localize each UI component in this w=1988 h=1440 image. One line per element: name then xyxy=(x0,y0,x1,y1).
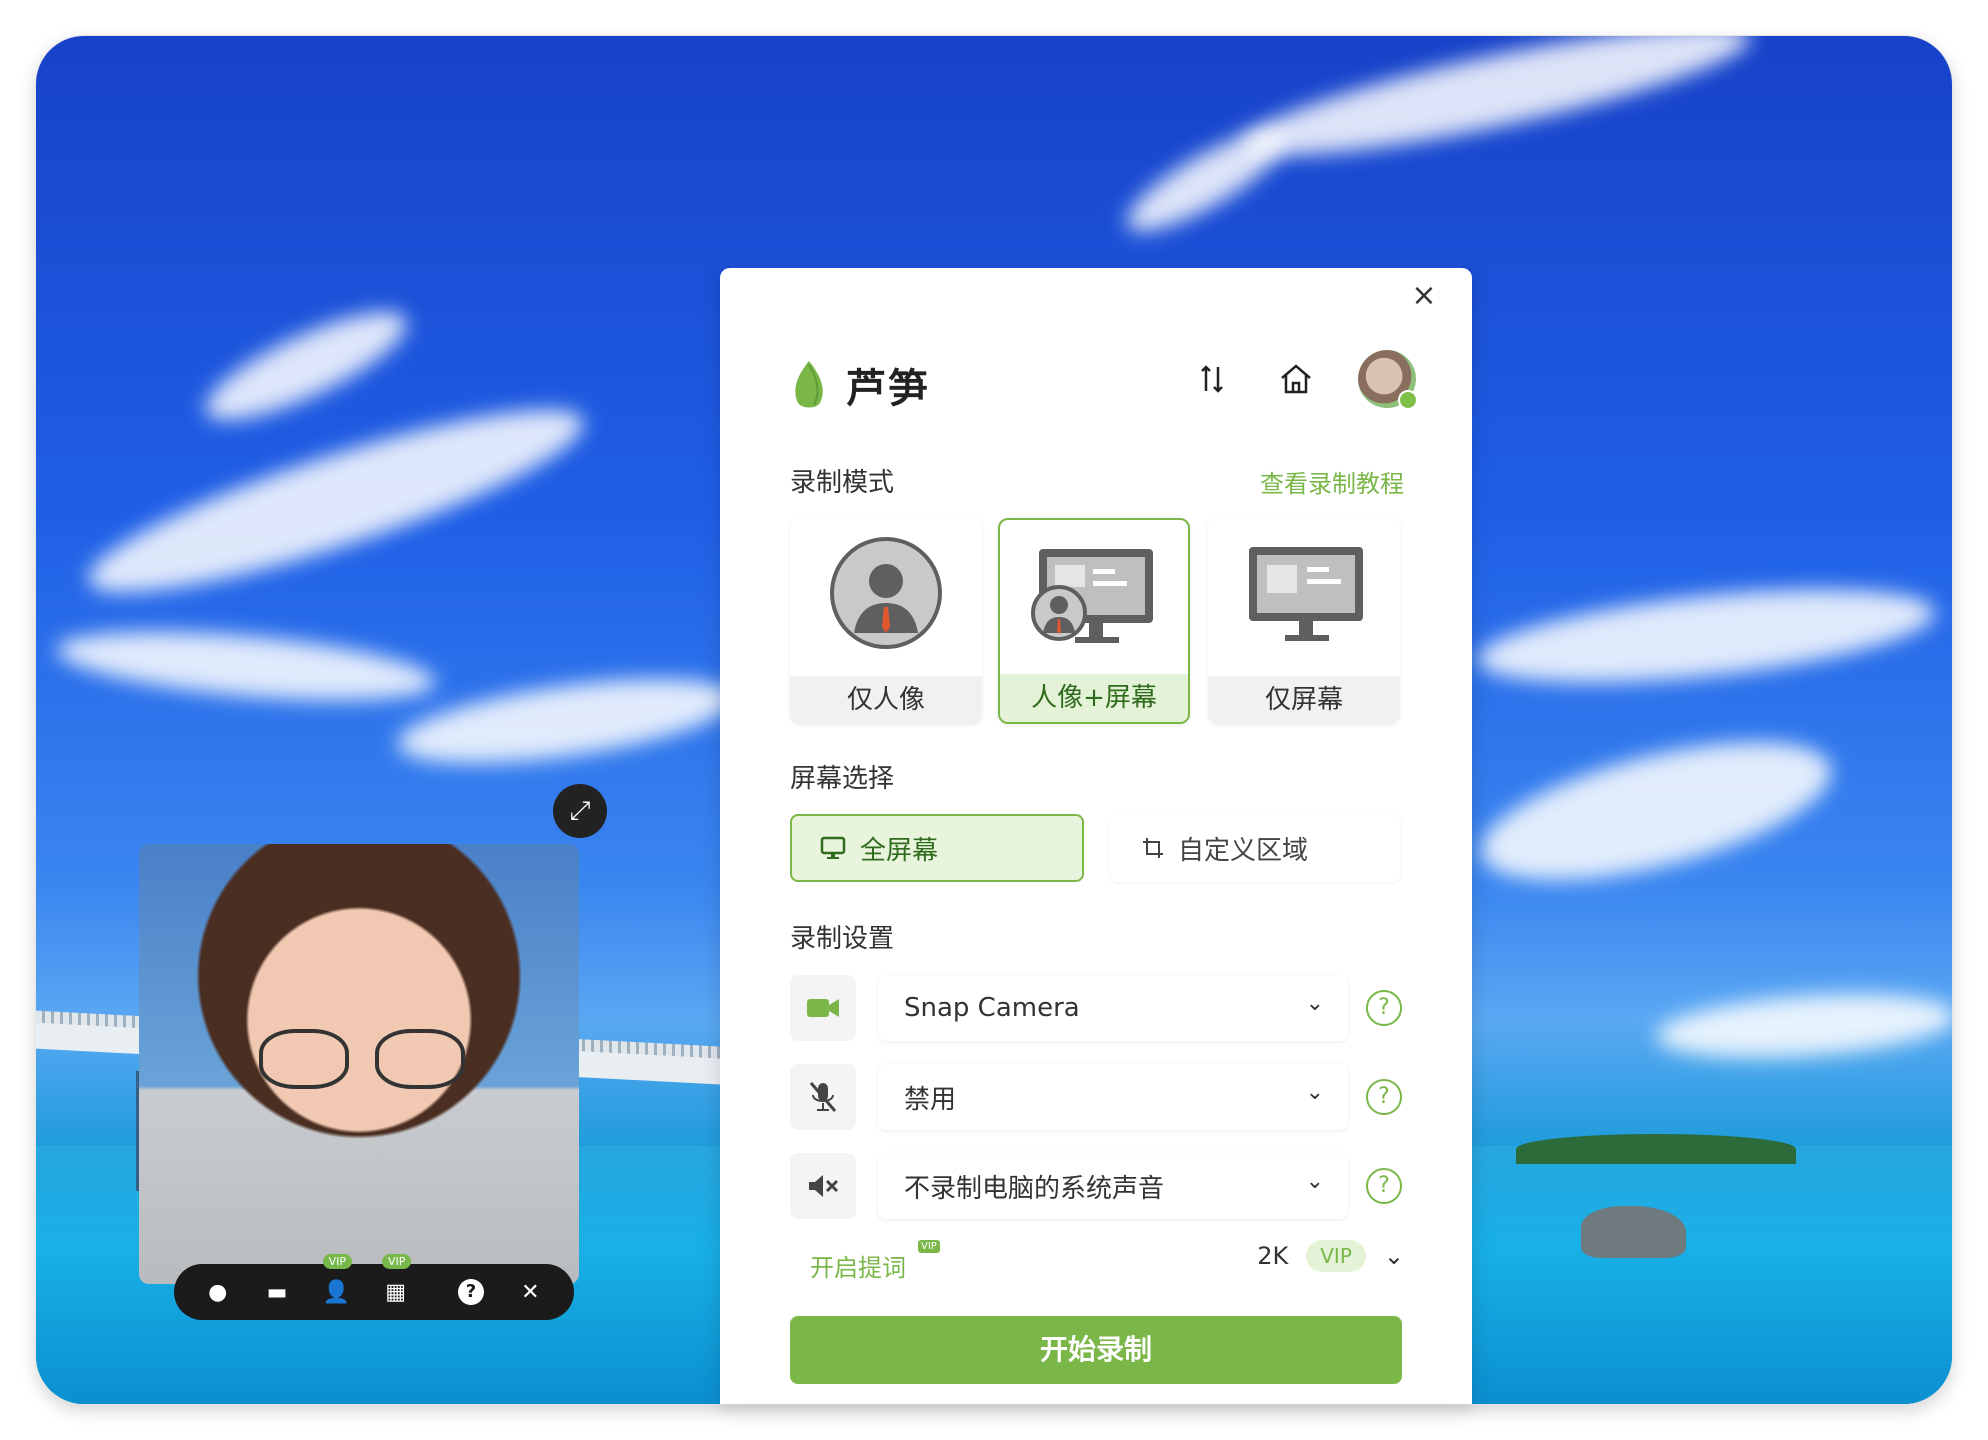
cloud xyxy=(1654,985,1952,1067)
cloud xyxy=(1234,36,1758,180)
monitor-icon xyxy=(820,836,846,859)
chevron-down-icon: ⌄ xyxy=(1305,991,1324,1016)
quality-value: 2K xyxy=(1257,1242,1289,1270)
start-recording-button[interactable]: 开始录制 xyxy=(790,1316,1402,1384)
vip-badge: VIP xyxy=(918,1240,940,1253)
screen-icon[interactable]: ▬ xyxy=(261,1276,292,1308)
mode-label: 仅人像 xyxy=(790,676,982,724)
microphone-setting-row: 禁用 ⌄ ? xyxy=(790,1064,1402,1130)
quality-selector[interactable]: 2K VIP ⌄ xyxy=(1257,1240,1404,1272)
app-logo: 芦笋 xyxy=(788,356,930,414)
custom-area-option[interactable]: 自定义区域 xyxy=(1110,814,1400,882)
help-icon[interactable]: ? xyxy=(455,1276,486,1308)
cloud xyxy=(54,619,438,713)
background-icon[interactable]: VIP ▦ xyxy=(380,1254,412,1308)
chevron-down-icon: ⌄ xyxy=(1305,1080,1324,1105)
leaf-logo-icon xyxy=(795,361,823,408)
full-screen-label: 全屏幕 xyxy=(860,835,939,866)
cloud xyxy=(193,292,419,440)
teleprompter-toggle[interactable]: 开启提词 xyxy=(810,1248,906,1283)
cloud xyxy=(74,377,598,625)
vip-badge: VIP xyxy=(381,1254,412,1269)
record-mode-title: 录制模式 xyxy=(790,468,895,498)
webcam-preview[interactable] xyxy=(139,844,579,1284)
record-settings-title: 录制设置 xyxy=(790,924,895,954)
sort-icon[interactable] xyxy=(1190,357,1234,401)
mic-muted-icon xyxy=(790,1064,856,1130)
cloud xyxy=(392,662,740,780)
cloud xyxy=(1115,114,1297,248)
recorder-dialog: × 芦笋 录制模式 查看录制教程 仅人像 人像+屏幕 仅屏幕 屏幕选择 全屏幕 … xyxy=(720,268,1472,1404)
mode-label: 仅屏幕 xyxy=(1208,676,1400,724)
system-audio-value: 不录制电脑的系统声音 xyxy=(904,1173,1165,1204)
user-avatar[interactable] xyxy=(1358,350,1418,410)
vip-badge: VIP xyxy=(1306,1240,1366,1272)
person-icon[interactable]: VIP 👤 xyxy=(321,1254,353,1308)
help-icon[interactable]: ? xyxy=(1366,1168,1402,1204)
cloud xyxy=(1468,714,1844,908)
custom-area-label: 自定义区域 xyxy=(1178,835,1309,866)
close-icon[interactable]: ✕ xyxy=(515,1276,546,1308)
record-dot-icon[interactable]: ● xyxy=(202,1276,233,1308)
glasses xyxy=(259,1029,469,1089)
screen-select-title: 屏幕选择 xyxy=(790,764,895,794)
header-actions xyxy=(1190,350,1418,410)
mode-label: 人像+屏幕 xyxy=(1000,674,1188,722)
system-audio-select[interactable]: 不录制电脑的系统声音 ⌄ xyxy=(878,1153,1348,1219)
expand-icon[interactable]: ⤢ xyxy=(553,784,607,838)
camera-value: Snap Camera xyxy=(904,993,1080,1023)
camera-icon xyxy=(790,975,856,1041)
mode-portrait-screen[interactable]: 人像+屏幕 xyxy=(998,518,1190,724)
system-audio-setting-row: 不录制电脑的系统声音 ⌄ ? xyxy=(790,1153,1402,1219)
speaker-muted-icon xyxy=(790,1153,856,1219)
island xyxy=(1516,1134,1796,1164)
tutorial-link[interactable]: 查看录制教程 xyxy=(1260,464,1404,499)
screen-icon xyxy=(1208,518,1400,668)
chevron-down-icon: ⌄ xyxy=(1305,1169,1324,1194)
person-icon xyxy=(790,518,982,668)
camera-select[interactable]: Snap Camera ⌄ xyxy=(878,975,1348,1041)
mode-portrait-only[interactable]: 仅人像 xyxy=(790,518,982,724)
rock xyxy=(1581,1206,1686,1258)
close-button[interactable]: × xyxy=(1406,278,1442,314)
microphone-value: 禁用 xyxy=(904,1084,957,1115)
camera-setting-row: Snap Camera ⌄ ? xyxy=(790,975,1402,1041)
person-screen-icon xyxy=(1000,520,1188,670)
cloud xyxy=(1473,572,1939,700)
help-icon[interactable]: ? xyxy=(1366,990,1402,1026)
help-icon[interactable]: ? xyxy=(1366,1079,1402,1115)
crop-icon xyxy=(1143,838,1163,858)
webcam-toolbar: ● ▬ VIP 👤 VIP ▦ ? ✕ xyxy=(174,1254,574,1320)
chevron-down-icon: ⌄ xyxy=(1383,1242,1404,1270)
microphone-select[interactable]: 禁用 ⌄ xyxy=(878,1064,1348,1130)
full-screen-option[interactable]: 全屏幕 xyxy=(790,814,1084,882)
vip-badge: VIP xyxy=(322,1254,353,1269)
mode-screen-only[interactable]: 仅屏幕 xyxy=(1208,518,1400,724)
brand-name: 芦笋 xyxy=(846,366,930,412)
home-icon[interactable] xyxy=(1274,357,1318,401)
